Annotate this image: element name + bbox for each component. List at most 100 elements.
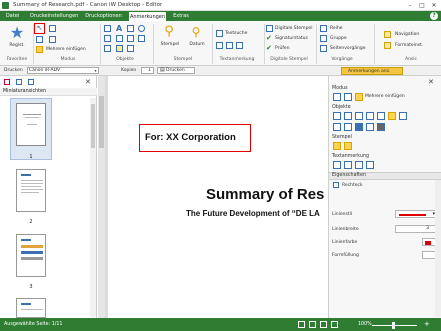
stamp-icon[interactable] — [333, 142, 341, 150]
document-scrollbar[interactable] — [98, 76, 105, 318]
multi-insert-icon[interactable] — [36, 46, 43, 53]
highlight-text-icon[interactable] — [236, 42, 243, 49]
polygon-icon[interactable] — [116, 35, 123, 42]
datum-button[interactable]: Datum — [186, 42, 208, 47]
checkmark-icon[interactable]: ✔ — [266, 35, 273, 42]
date-stamp-icon[interactable] — [344, 142, 352, 150]
star-icon[interactable]: ★ — [9, 25, 25, 41]
pan-icon[interactable] — [49, 36, 56, 43]
pen-icon[interactable] — [333, 123, 341, 131]
rectangle-icon[interactable] — [104, 35, 111, 42]
hand-icon[interactable] — [49, 25, 56, 32]
maximize-button[interactable]: □ — [416, 1, 428, 10]
text-search-icon[interactable] — [333, 161, 341, 169]
page-thumbnail-1[interactable] — [16, 103, 46, 146]
comment-icon[interactable] — [16, 79, 22, 85]
text-search-icon[interactable] — [216, 30, 223, 37]
zoom-slider-handle[interactable] — [392, 322, 395, 329]
tab-druckeinstellungen[interactable]: Druckeinstellungen — [30, 11, 78, 21]
print-button[interactable]: ▤ Drucken — [157, 67, 195, 74]
ellipse-icon[interactable] — [138, 25, 145, 32]
zoom-in-icon[interactable]: + — [424, 320, 430, 328]
underline-icon[interactable] — [216, 42, 223, 49]
seitenvorgaenge-button[interactable]: Seitenvorgänge — [330, 46, 366, 51]
tab-anmerkungen[interactable]: Anmerkungen — [128, 11, 167, 21]
arrow-icon[interactable] — [366, 123, 374, 131]
view-single-icon[interactable] — [298, 321, 305, 328]
thumbnail-scrollbar[interactable] — [90, 98, 96, 317]
reihe-button[interactable]: Reihe — [330, 26, 343, 31]
date-stamp-icon[interactable]: ⚲ — [189, 25, 203, 39]
close-icon[interactable]: ✕ — [85, 78, 91, 86]
hand-icon[interactable] — [344, 93, 352, 101]
bookmark-icon[interactable] — [4, 79, 10, 85]
verify-icon[interactable]: ✔ — [266, 45, 273, 52]
text-box-icon[interactable] — [333, 112, 341, 120]
show-annotations-button[interactable]: Anmerkungen anz. — [341, 67, 403, 75]
multi-insert-icon[interactable] — [355, 93, 363, 101]
text-box-icon[interactable] — [104, 25, 111, 32]
cursor-icon[interactable] — [333, 93, 341, 101]
signaturstatus-button[interactable]: Signaturstatus — [275, 36, 308, 41]
ellipse-icon[interactable] — [366, 112, 374, 120]
tab-extras[interactable]: Extras — [172, 11, 190, 21]
multi-insert-button[interactable]: Mehrere einfügen — [46, 47, 86, 52]
help-icon[interactable]: ? — [430, 12, 438, 20]
format-settings-icon[interactable] — [384, 42, 391, 49]
highlighter-icon[interactable] — [116, 45, 123, 52]
navigation-icon[interactable] — [384, 31, 391, 38]
text-icon[interactable]: A — [116, 24, 123, 33]
view-fit-icon[interactable] — [331, 321, 338, 328]
highlight-text-icon[interactable] — [366, 161, 374, 169]
close-icon[interactable]: ✕ — [428, 78, 434, 86]
printer-select[interactable]: Canon iR-ADV ▾ — [27, 67, 99, 74]
page-operations-icon[interactable] — [320, 45, 327, 52]
image-icon[interactable] — [127, 45, 134, 52]
navigation-button[interactable]: Navigation — [395, 32, 419, 37]
multi-insert-label[interactable]: Mehrere einfügen — [365, 94, 405, 99]
note-icon[interactable] — [355, 112, 363, 120]
pruefen-button[interactable]: Prüfen — [275, 46, 290, 51]
group-icon[interactable] — [320, 35, 327, 42]
minimize-button[interactable]: – — [404, 1, 416, 10]
filled-rectangle-icon[interactable] — [377, 123, 385, 131]
rectangle-icon[interactable] — [377, 112, 385, 120]
stamp-icon[interactable]: ⚲ — [162, 25, 176, 39]
regist-button[interactable]: Regist. — [6, 43, 28, 48]
highlighter-icon[interactable] — [344, 123, 352, 131]
attachment-icon[interactable] — [28, 79, 34, 85]
polygon-icon[interactable] — [388, 112, 396, 120]
digitale-stempel-button[interactable]: Digitale Stempel — [275, 26, 312, 31]
copies-stepper[interactable]: 1 — [141, 67, 154, 74]
strikethrough-icon[interactable] — [355, 161, 363, 169]
annotation-text[interactable]: For: XX Corporation — [145, 132, 236, 143]
cursor-icon[interactable]: ↖ — [36, 24, 43, 32]
strikethrough-icon[interactable] — [226, 42, 233, 49]
pen-icon[interactable] — [104, 45, 111, 52]
image-icon[interactable] — [355, 123, 363, 131]
line-width-stepper[interactable]: 3 — [395, 225, 438, 233]
underline-icon[interactable] — [344, 161, 352, 169]
text-icon[interactable] — [344, 112, 352, 120]
order-icon[interactable] — [320, 25, 327, 32]
tab-druckoptionen[interactable]: Druckoptionen — [85, 11, 122, 21]
textsuche-button[interactable]: Textsuche — [225, 31, 247, 36]
line-icon[interactable] — [399, 112, 407, 120]
formateinst-button[interactable]: Formateinst. — [395, 43, 423, 48]
line-style-select[interactable]: ▾ — [395, 210, 438, 218]
page-thumbnail-2[interactable] — [16, 169, 46, 212]
view-facing-icon[interactable] — [320, 321, 327, 328]
tab-datei[interactable]: Datei — [4, 11, 21, 21]
arrow-icon[interactable] — [138, 35, 145, 42]
page-thumbnail-4[interactable] — [16, 298, 46, 318]
digital-stamp-icon[interactable] — [266, 25, 273, 32]
close-button[interactable]: ✕ — [428, 1, 440, 10]
properties-scrollbar[interactable] — [435, 180, 441, 317]
note-icon[interactable] — [127, 25, 134, 32]
zoom-icon[interactable] — [36, 36, 43, 43]
view-continuous-icon[interactable] — [309, 321, 316, 328]
stempel-button[interactable]: Stempel — [158, 42, 182, 47]
page-thumbnail-3[interactable] — [16, 234, 46, 277]
line-icon[interactable] — [127, 35, 134, 42]
gruppe-button[interactable]: Gruppe — [330, 36, 347, 41]
